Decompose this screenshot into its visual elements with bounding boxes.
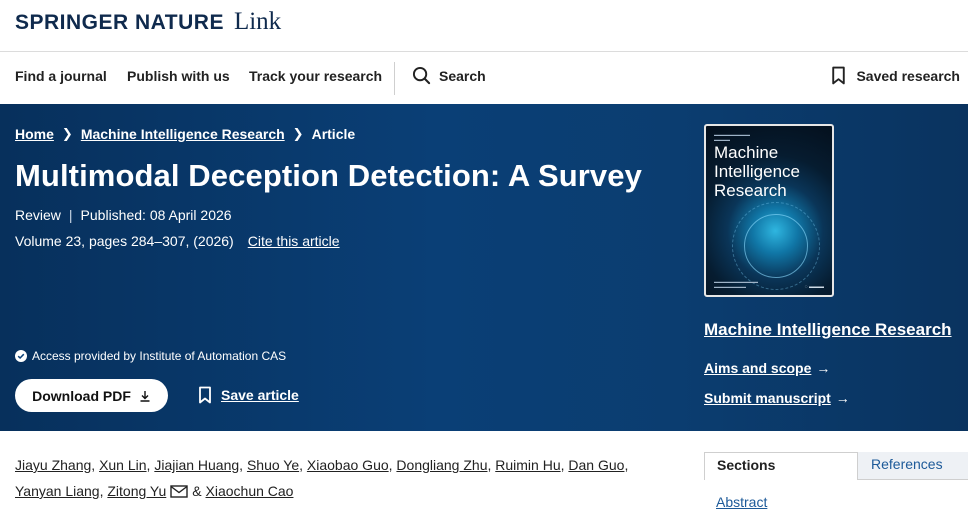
breadcrumb-journal[interactable]: Machine Intelligence Research — [81, 126, 285, 142]
author-link[interactable]: Ruimin Hu — [495, 457, 560, 473]
author-link[interactable]: Jiayu Zhang — [15, 457, 91, 473]
nav-find-journal[interactable]: Find a journal — [15, 68, 107, 84]
author-link[interactable]: Yanyan Liang — [15, 483, 100, 499]
access-notice: Access provided by Institute of Automati… — [15, 349, 286, 363]
breadcrumb: Home ❯ Machine Intelligence Research ❯ A… — [15, 126, 355, 142]
article-title: Multimodal Deception Detection: A Survey — [15, 158, 642, 193]
author-link[interactable]: Jiajian Huang — [154, 457, 239, 473]
author-link[interactable]: Dan Guo — [568, 457, 624, 473]
article-type: Review — [15, 207, 61, 223]
search-button[interactable]: Search — [412, 66, 486, 85]
tab-references[interactable]: References — [858, 452, 968, 480]
search-icon — [412, 66, 431, 85]
author-link[interactable]: Xiaobao Guo — [307, 457, 389, 473]
top-bar: SPRINGER NATURE Link — [0, 0, 968, 52]
cover-header-decoration: ▬▬▬▬▬▬▬▬▬ ▬▬▬▬ — [714, 132, 750, 142]
chevron-right-icon: ❯ — [61, 126, 73, 141]
save-article-label: Save article — [221, 387, 299, 403]
tab-sections[interactable]: Sections — [704, 452, 858, 480]
bookmark-icon — [832, 66, 846, 85]
springer-nature-link-logo[interactable]: SPRINGER NATURE Link — [15, 8, 281, 36]
download-icon — [140, 390, 150, 402]
email-icon[interactable] — [170, 485, 188, 498]
author-link[interactable]: Xun Lin — [99, 457, 146, 473]
volume-pages: Volume 23, pages 284–307, (2026) — [15, 233, 234, 249]
submit-manuscript-label: Submit manuscript — [704, 390, 831, 406]
section-link-abstract[interactable]: Abstract — [716, 494, 767, 510]
download-pdf-label: Download PDF — [32, 387, 131, 404]
cover-title-line: Intelligence — [714, 162, 801, 181]
cover-brain-graphic — [744, 214, 808, 278]
main-navigation: Find a journal Publish with us Track you… — [0, 52, 968, 104]
cover-title-line: Research — [714, 181, 787, 200]
sidebar-tabs: Sections References — [704, 452, 968, 480]
chevron-right-icon: ❯ — [292, 126, 304, 141]
published-date: Published: 08 April 2026 — [80, 207, 232, 223]
logo-brand-text: SPRINGER NATURE — [15, 11, 224, 34]
author-link[interactable]: Xiaochun Cao — [206, 483, 294, 499]
saved-research-button[interactable]: Saved research — [831, 66, 960, 85]
aims-scope-link[interactable]: Aims and scope → — [704, 360, 830, 376]
breadcrumb-home[interactable]: Home — [15, 126, 54, 142]
submit-manuscript-link[interactable]: Submit manuscript → — [704, 390, 850, 406]
cover-title: Machine Intelligence Research — [714, 143, 800, 200]
nav-publish-with-us[interactable]: Publish with us — [127, 68, 230, 84]
logo-sub-text: Link — [233, 8, 282, 35]
article-citation-meta: Volume 23, pages 284–307, (2026) Cite th… — [15, 233, 340, 249]
aims-scope-label: Aims and scope — [704, 360, 812, 376]
download-pdf-button[interactable]: Download PDF — [15, 379, 168, 412]
nav-track-research[interactable]: Track your research — [249, 68, 382, 84]
author-link[interactable]: Dongliang Zhu — [396, 457, 487, 473]
cover-publisher-mark: ◌ ▬▬▬ — [804, 284, 824, 290]
cite-article-link[interactable]: Cite this article — [248, 233, 340, 249]
bookmark-icon — [199, 386, 211, 404]
author-link[interactable]: Zitong Yu — [107, 483, 166, 499]
check-circle-icon — [15, 350, 27, 362]
arrow-right-icon: → — [816, 360, 831, 376]
journal-name-link[interactable]: Machine Intelligence Research — [704, 320, 952, 340]
nav-divider — [394, 62, 395, 95]
cover-title-line: Machine — [714, 143, 779, 162]
breadcrumb-current: Article — [311, 126, 356, 142]
arrow-right-icon: → — [835, 390, 850, 406]
cover-footer-decoration: ▬▬▬▬▬▬▬▬▬▬▬ ▬▬▬▬▬▬▬▬ — [714, 279, 758, 289]
author-link[interactable]: Shuo Ye — [247, 457, 299, 473]
saved-research-label: Saved research — [856, 67, 960, 84]
article-header: Home ❯ Machine Intelligence Research ❯ A… — [0, 104, 968, 431]
save-article-button[interactable]: Save article — [198, 386, 299, 404]
journal-cover-image[interactable]: ▬▬▬▬▬▬▬▬▬ ▬▬▬▬ Machine Intelligence Resea… — [704, 124, 834, 297]
search-label: Search — [439, 67, 486, 84]
meta-separator: | — [68, 207, 73, 223]
article-meta: Review | Published: 08 April 2026 — [15, 207, 232, 223]
access-text: Access provided by Institute of Automati… — [32, 349, 287, 363]
author-list: Jiayu Zhang, Xun Lin, Jiajian Huang, Shu… — [15, 457, 629, 499]
